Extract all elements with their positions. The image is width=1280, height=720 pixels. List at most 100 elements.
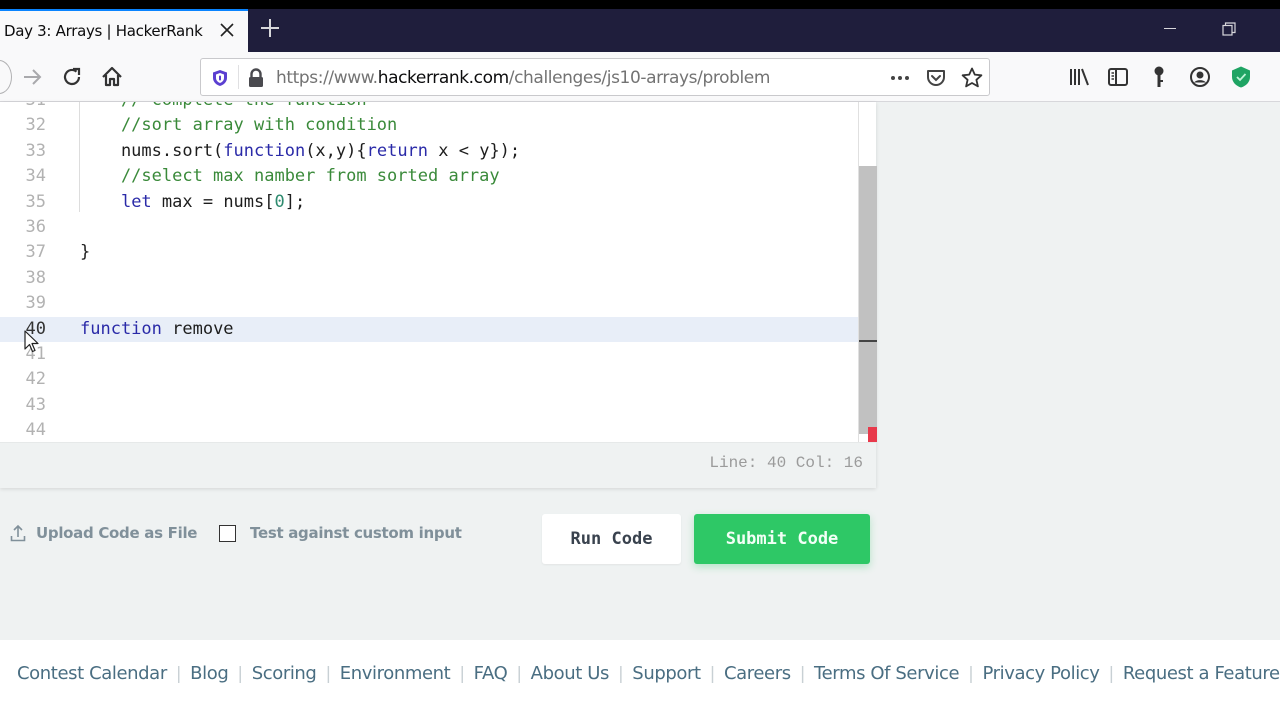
cursor-position: Line: 40 Col: 16 [709,454,863,472]
code-line-active[interactable]: 40 function remove [0,316,858,342]
custom-input-toggle[interactable]: Test against custom input [219,524,462,542]
password-key-icon[interactable] [1150,65,1168,89]
minimize-icon[interactable] [1162,20,1178,32]
code-line[interactable]: 38 [0,266,858,291]
line-number: 35 [25,191,46,212]
code-keyword: let [120,191,152,212]
code-line[interactable]: 33 nums.sort(function(x,y){return x < y}… [0,139,858,164]
upload-code-label: Upload Code as File [36,524,198,542]
privacy-extension-icon[interactable] [1230,65,1252,89]
tracking-shield-icon[interactable] [210,68,230,88]
editor-scrollbar[interactable] [858,102,877,442]
forward-icon[interactable] [19,64,45,90]
footer-separator: | [237,663,243,684]
run-code-button[interactable]: Run Code [542,514,681,564]
line-number: 43 [25,394,46,415]
footer-link-request-a-feature[interactable]: Request a Feature [1123,663,1280,684]
code-token: x < y}); [428,140,521,161]
upload-code-button[interactable]: Upload Code as File [10,524,197,542]
code-line[interactable]: 39 [0,291,858,316]
account-icon[interactable] [1189,66,1211,88]
code-token: max = nums[ [151,191,275,212]
footer-link-scoring[interactable]: Scoring [252,663,317,684]
footer-separator: | [1108,663,1115,684]
line-code: nums.sort(function(x,y){return x < y}); [80,139,520,164]
custom-input-checkbox[interactable] [219,524,236,542]
url-bar[interactable]: https://www.hackerrank.com/challenges/js… [200,58,990,96]
code-editor-panel: 31 // complete the function32 //sort arr… [0,102,877,488]
scrollbar-cursor-marker [859,340,877,342]
code-line[interactable]: 42 [0,367,858,392]
code-line[interactable]: 44 [0,418,858,442]
footer-link-careers[interactable]: Careers [724,663,791,684]
footer-link-environment[interactable]: Environment [340,663,451,684]
code-editor[interactable]: 31 // complete the function32 //sort arr… [0,102,858,442]
footer-separator: | [459,663,465,684]
scrollbar-thumb[interactable] [859,166,877,434]
code-line[interactable]: 43 [0,393,858,418]
home-icon[interactable] [99,64,125,90]
url-text[interactable]: https://www.hackerrank.com/challenges/js… [276,68,770,88]
code-line[interactable]: 36 [0,215,858,240]
line-code: //select max namber from sorted array [80,164,500,189]
pocket-icon[interactable] [925,67,947,89]
line-number: 33 [25,140,46,161]
tab-title: Day 3: Arrays | HackerRank [4,22,203,40]
code-line[interactable]: 31 // complete the function [0,102,858,113]
line-number: 37 [25,242,46,263]
submit-code-button[interactable]: Submit Code [694,514,870,564]
back-icon[interactable] [0,60,12,94]
reload-icon[interactable] [59,64,85,90]
footer-link-privacy-policy[interactable]: Privacy Policy [982,663,1099,684]
code-comment: // complete the function [80,102,367,110]
footer-separator: | [175,663,182,684]
line-code: //sort array with condition [80,113,397,138]
footer-separator: | [799,663,806,684]
code-line[interactable]: 32 //sort array with condition [0,113,858,138]
page-footer: Contest Calendar | Blog | Scoring | Environmen… [0,640,1280,720]
library-icon[interactable] [1068,66,1090,88]
browser-toolbar: https://www.hackerrank.com/challenges/js… [0,52,1280,102]
more-actions-icon[interactable] [889,68,911,88]
line-code: } [80,240,90,265]
mouse-pointer-icon [24,330,40,354]
code-comment: //select max namber from sorted array [80,166,500,187]
footer-links: Contest Calendar | Blog | Scoring | Environmen… [17,663,1280,684]
footer-separator: | [516,663,522,684]
scrollbar-error-marker [868,427,877,442]
code-line[interactable]: 37} [0,240,858,265]
code-number: 0 [274,191,285,212]
footer-link-contest-calendar[interactable]: Contest Calendar [17,663,167,684]
screen-top-strip [0,0,1280,9]
close-icon[interactable] [216,19,238,41]
restore-icon[interactable] [1222,22,1236,36]
code-token: nums.sort( [80,140,224,161]
editor-statusbar: Line: 40 Col: 16 [0,442,876,488]
code-keyword: function [80,318,162,339]
browser-tab-active[interactable]: Day 3: Arrays | HackerRank [0,9,248,52]
bookmark-star-icon[interactable] [960,66,984,90]
footer-link-terms-of-service[interactable]: Terms Of Service [814,663,959,684]
code-line[interactable]: 34 //select max namber from sorted array [0,164,858,189]
plus-icon[interactable] [258,16,282,40]
footer-link-support[interactable]: Support [632,663,701,684]
lock-icon[interactable] [247,67,265,89]
code-line[interactable]: 35 let max = nums[0]; [0,190,858,215]
code-token: remove [161,318,234,339]
code-line[interactable]: 41 [0,342,858,367]
line-number: 44 [25,420,46,441]
footer-link-about-us[interactable]: About Us [531,663,610,684]
code-token: } [80,242,91,263]
line-code: // complete the function [80,102,367,113]
line-number: 32 [25,115,46,136]
footer-link-faq[interactable]: FAQ [474,663,508,684]
footer-separator: | [968,663,974,684]
footer-link-blog[interactable]: Blog [190,663,229,684]
footer-separator: | [617,663,624,684]
upload-icon [10,524,26,542]
line-number: 31 [0,102,46,113]
code-token: ]; [284,191,306,212]
url-host: hackerrank.com [377,68,509,88]
line-code: function remove [80,317,234,342]
reader-sidebar-icon[interactable] [1107,66,1129,88]
